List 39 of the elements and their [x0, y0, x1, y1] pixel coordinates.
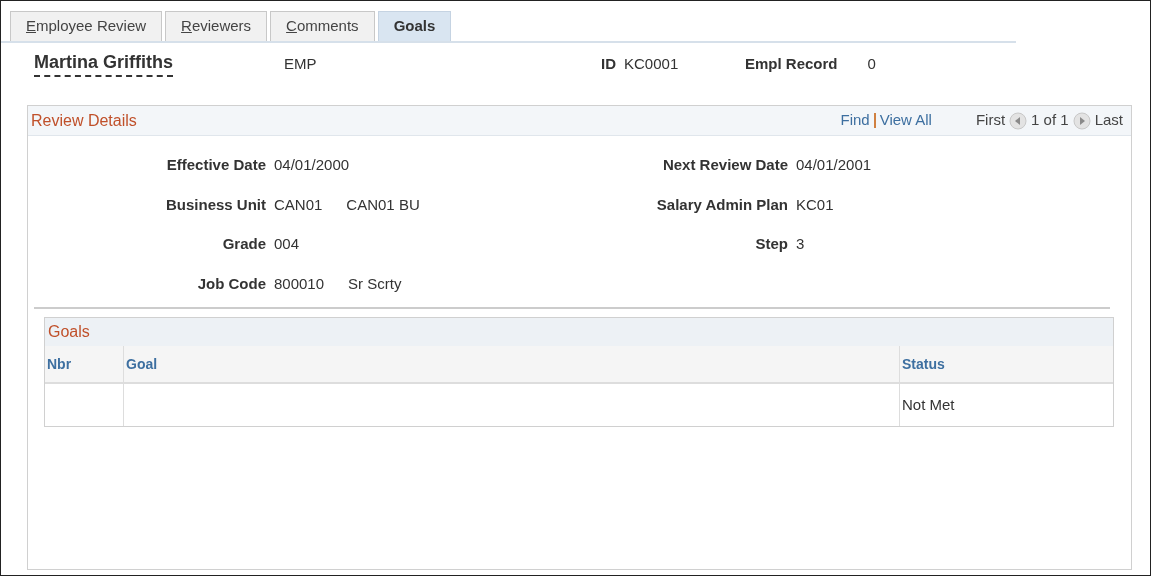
field-value: CAN01	[274, 194, 323, 215]
field-label: Salary Admin Plan	[655, 194, 788, 215]
tab[interactable]: Reviewers	[165, 11, 268, 41]
find-link[interactable]: Find	[840, 109, 870, 132]
field-value: Sr Scrty	[348, 273, 402, 294]
tab[interactable]: Employee Review	[10, 11, 163, 41]
page-count: 1 of 1	[1031, 110, 1069, 131]
tab[interactable]: Goals	[377, 11, 452, 41]
field-label: Job Code	[196, 273, 266, 294]
table-cell: Not Met	[899, 384, 1113, 426]
field-value: 800010	[274, 273, 325, 294]
empl-record-label: Empl Record	[745, 53, 838, 74]
column-header: Nbr	[46, 354, 73, 374]
employee-type: EMP	[284, 53, 318, 74]
last-label: Last	[1094, 110, 1123, 131]
empl-record-value: 0	[867, 53, 876, 74]
field-value: 004	[274, 234, 300, 254]
grid-title: Goals	[45, 318, 1113, 346]
field-value: 3	[796, 234, 805, 254]
field-label: Next Review Date	[661, 155, 788, 175]
field-value: 04/01/2001	[796, 155, 872, 175]
field-value: 04/01/2000	[274, 155, 350, 175]
field-value: KC01	[796, 194, 834, 215]
employee-name: Martina Griffiths	[34, 51, 173, 77]
column-header: Status	[899, 346, 1113, 382]
first-label: First	[975, 110, 1006, 131]
field-label: Step	[754, 234, 788, 254]
field-value: CAN01 BU	[346, 194, 420, 215]
id-label: ID	[601, 53, 616, 74]
section-title: Review Details	[31, 110, 137, 131]
tab[interactable]: Comments	[270, 11, 375, 41]
column-header: Goal	[123, 346, 899, 382]
field-label: Business Unit	[164, 194, 266, 215]
view-all-link[interactable]: View All	[879, 109, 932, 132]
field-label: Effective Date	[165, 155, 266, 175]
id-value: KC0001	[624, 53, 680, 74]
field-label: Grade	[221, 234, 266, 254]
next-icon[interactable]	[1072, 111, 1091, 130]
previous-icon[interactable]	[1009, 111, 1028, 130]
